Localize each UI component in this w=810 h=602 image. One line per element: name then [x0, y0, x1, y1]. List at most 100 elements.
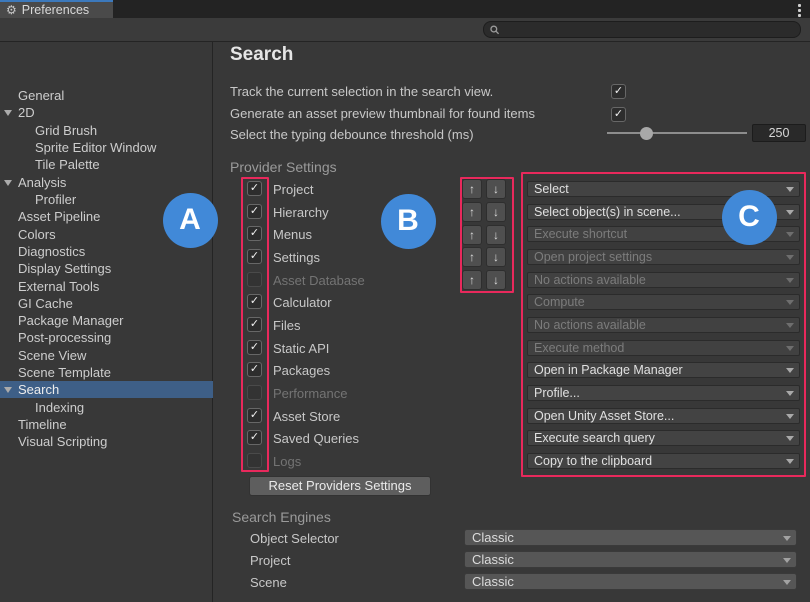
provider-checkbox-project[interactable]: ✓	[247, 181, 262, 196]
debounce-value-field[interactable]: 250	[752, 124, 806, 142]
provider-checkbox-calculator[interactable]: ✓	[247, 294, 262, 309]
move-up-button[interactable]: ↑	[462, 202, 482, 222]
option-label-debounce: Select the typing debounce threshold (ms…	[230, 127, 474, 142]
tab-preferences[interactable]: ⚙ Preferences	[0, 0, 113, 18]
dropdown-value: Profile...	[534, 386, 580, 400]
provider-label: Hierarchy	[273, 205, 329, 220]
provider-checkbox-hierarchy[interactable]: ✓	[247, 204, 262, 219]
action-dropdown[interactable]: Open project settings	[527, 249, 800, 265]
chevron-down-icon[interactable]	[4, 110, 12, 116]
sidebar-item-indexing[interactable]: Indexing	[0, 399, 213, 416]
kebab-menu-icon[interactable]	[798, 4, 801, 17]
sidebar-item-diagnostics[interactable]: Diagnostics	[0, 243, 213, 260]
engine-dropdown[interactable]: Classic	[464, 551, 797, 568]
move-up-button[interactable]: ↑	[462, 270, 482, 290]
sidebar-item-visual-scripting[interactable]: Visual Scripting	[0, 433, 213, 450]
sidebar-item-post-processing[interactable]: Post-processing	[0, 329, 213, 346]
caret-down-icon	[783, 558, 791, 563]
provider-checkbox-asset-store[interactable]: ✓	[247, 408, 262, 423]
move-down-button[interactable]: ↓	[486, 225, 506, 245]
dropdown-value: No actions available	[534, 273, 646, 287]
provider-checkbox-packages[interactable]: ✓	[247, 362, 262, 377]
chevron-down-icon[interactable]	[4, 180, 12, 186]
dropdown-value: Execute search query	[534, 431, 655, 445]
move-down-button[interactable]: ↓	[486, 270, 506, 290]
dropdown-value: Classic	[472, 552, 514, 567]
sidebar-item-profiler[interactable]: Profiler	[0, 191, 213, 208]
reset-providers-button[interactable]: Reset Providers Settings	[249, 476, 431, 496]
sidebar-item-external-tools[interactable]: External Tools	[0, 278, 213, 295]
search-icon	[490, 25, 500, 35]
provider-label: Calculator	[273, 295, 332, 310]
engine-label-project: Project	[250, 553, 290, 568]
arrow-down-icon: ↓	[493, 228, 499, 242]
dropdown-value: Classic	[472, 574, 514, 589]
engine-dropdown[interactable]: Classic	[464, 529, 797, 546]
action-dropdown[interactable]: Execute shortcut	[527, 226, 800, 242]
sidebar-item-label: Package Manager	[18, 313, 124, 328]
arrow-up-icon: ↑	[469, 205, 475, 219]
sidebar-item-colors[interactable]: Colors	[0, 226, 213, 243]
sidebar-item-package-manager[interactable]: Package Manager	[0, 312, 213, 329]
provider-label: Asset Database	[273, 273, 365, 288]
option-label-asset-preview: Generate an asset preview thumbnail for …	[230, 106, 535, 121]
sidebar-item-sprite-editor-window[interactable]: Sprite Editor Window	[0, 139, 213, 156]
arrow-up-icon: ↑	[469, 182, 475, 196]
sidebar-item-search[interactable]: Search	[0, 381, 213, 398]
search-input[interactable]	[504, 24, 794, 36]
sidebar-item-label: Timeline	[18, 417, 67, 432]
action-dropdown[interactable]: Profile...	[527, 385, 800, 401]
debounce-slider-handle[interactable]	[640, 127, 653, 140]
action-dropdown[interactable]: Execute method	[527, 340, 800, 356]
provider-checkbox-files[interactable]: ✓	[247, 317, 262, 332]
caret-down-icon	[786, 414, 794, 419]
sidebar-item-display-settings[interactable]: Display Settings	[0, 260, 213, 277]
arrow-down-icon: ↓	[493, 182, 499, 196]
provider-checkbox-performance[interactable]	[247, 385, 262, 400]
sidebar-item-gi-cache[interactable]: GI Cache	[0, 295, 213, 312]
move-down-button[interactable]: ↓	[486, 179, 506, 199]
sidebar-item-analysis[interactable]: Analysis	[0, 174, 213, 191]
action-dropdown[interactable]: No actions available	[527, 317, 800, 333]
action-dropdown[interactable]: Select	[527, 181, 800, 197]
sidebar-item-label: Post-processing	[18, 330, 111, 345]
move-down-button[interactable]: ↓	[486, 247, 506, 267]
provider-checkbox-menus[interactable]: ✓	[247, 226, 262, 241]
action-dropdown[interactable]: Copy to the clipboard	[527, 453, 800, 469]
provider-checkbox-logs[interactable]	[247, 453, 262, 468]
sidebar-item-asset-pipeline[interactable]: Asset Pipeline	[0, 208, 213, 225]
track-selection-checkbox[interactable]: ✓	[611, 84, 626, 99]
move-up-button[interactable]: ↑	[462, 225, 482, 245]
move-up-button[interactable]: ↑	[462, 179, 482, 199]
gear-icon: ⚙	[6, 3, 17, 17]
option-label-track-selection: Track the current selection in the searc…	[230, 84, 493, 99]
debounce-slider-track[interactable]	[607, 132, 747, 134]
action-dropdown[interactable]: Compute	[527, 294, 800, 310]
sidebar-item-timeline[interactable]: Timeline	[0, 416, 213, 433]
dropdown-value: No actions available	[534, 318, 646, 332]
action-dropdown[interactable]: Open in Package Manager	[527, 362, 800, 378]
arrow-down-icon: ↓	[493, 273, 499, 287]
caret-down-icon	[786, 255, 794, 260]
asset-preview-checkbox[interactable]: ✓	[611, 107, 626, 122]
sidebar-item-tile-palette[interactable]: Tile Palette	[0, 156, 213, 173]
action-dropdown[interactable]: No actions available	[527, 272, 800, 288]
sidebar-item-scene-template[interactable]: Scene Template	[0, 364, 213, 381]
engine-dropdown[interactable]: Classic	[464, 573, 797, 590]
sidebar-item-grid-brush[interactable]: Grid Brush	[0, 122, 213, 139]
action-dropdown[interactable]: Select object(s) in scene...	[527, 204, 800, 220]
provider-checkbox-settings[interactable]: ✓	[247, 249, 262, 264]
provider-checkbox-static-api[interactable]: ✓	[247, 340, 262, 355]
move-up-button[interactable]: ↑	[462, 247, 482, 267]
sidebar-item-scene-view[interactable]: Scene View	[0, 347, 213, 364]
action-dropdown[interactable]: Execute search query	[527, 430, 800, 446]
move-down-button[interactable]: ↓	[486, 202, 506, 222]
search-box[interactable]	[483, 21, 801, 38]
dropdown-value: Execute method	[534, 341, 624, 355]
sidebar-item-2d[interactable]: 2D	[0, 104, 213, 121]
chevron-down-icon[interactable]	[4, 387, 12, 393]
provider-checkbox-asset-database[interactable]	[247, 272, 262, 287]
action-dropdown[interactable]: Open Unity Asset Store...	[527, 408, 800, 424]
sidebar-item-general[interactable]: General	[0, 87, 213, 104]
provider-checkbox-saved-queries[interactable]: ✓	[247, 430, 262, 445]
